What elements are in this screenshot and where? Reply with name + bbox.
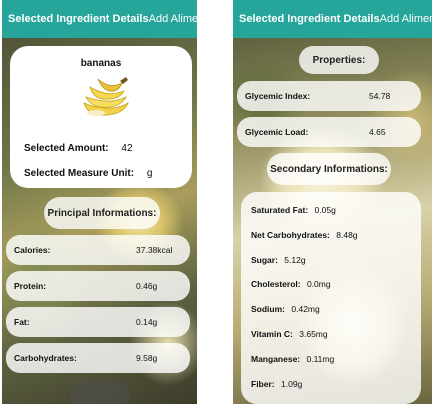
add-aliment-button[interactable]: Add Aliment [149,13,197,25]
ingredient-details-screen-properties: Selected Ingredient Details Add Aliment … [233,0,432,404]
banana-bunch-image [83,77,129,116]
ingredient-details-screen-principal: Selected Ingredient Details Add Aliment … [2,0,197,404]
principal-item-label: Fat: [14,317,30,327]
secondary-item-value: 5.12g [284,255,306,265]
selected-amount-row: Selected Amount: 42 [24,143,133,154]
principal-item: Carbohydrates: 9.58g [6,343,190,373]
principal-item-value: 9.58g [136,353,158,363]
selected-unit-label: Selected Measure Unit: [24,168,135,179]
secondary-item-label: Saturated Fat: [251,205,309,215]
property-item-value: 54.78 [369,91,391,101]
secondary-item-label: Cholesterol: [251,279,301,289]
secondary-item-label: Vitamin C: [251,329,293,339]
property-item-label: Glycemic Load: [245,127,309,137]
next-section-header-partial [70,381,130,404]
property-item: Glycemic Load: 4.65 [237,117,421,147]
selected-unit-row: Selected Measure Unit: g [24,168,152,179]
principal-item: Calories: 37.38kcal [6,235,190,265]
properties-header: Properties: [299,46,379,74]
secondary-item-label: Sodium: [251,304,285,314]
secondary-informations-panel: Saturated Fat: 0.05g Net Carbohydrates: … [241,192,421,404]
selected-amount-value: 42 [121,143,133,154]
property-item-value: 4.65 [369,127,386,137]
secondary-item-value: 0.42mg [291,304,320,314]
secondary-item: Net Carbohydrates: 8.48g [251,230,358,240]
secondary-item-value: 0.0mg [306,279,331,289]
principal-item: Protein: 0.46g [6,271,190,301]
secondary-item-value: 1.09g [281,379,303,389]
principal-item-label: Calories: [14,245,51,255]
principal-item: Fat: 0.14g [6,307,190,337]
property-item-label: Glycemic Index: [245,91,311,101]
principal-item-value: 37.38kcal [136,245,173,255]
secondary-item: Sugar: 5.12g [251,255,306,265]
secondary-item-value: 0.11mg [306,354,335,364]
principal-item-label: Carbohydrates: [14,353,77,363]
secondary-item-label: Net Carbohydrates: [251,230,330,240]
principal-item-label: Protein: [14,281,47,291]
secondary-item-value: 8.48g [336,230,358,240]
secondary-item: Cholesterol: 0.0mg [251,279,331,289]
secondary-informations-header: Secondary Informations: [267,153,391,185]
secondary-item: Manganese: 0.11mg [251,354,334,364]
app-bar: Selected Ingredient Details Add Aliment [2,0,197,38]
app-bar-title: Selected Ingredient Details [239,13,380,25]
secondary-item-label: Manganese: [251,354,301,364]
secondary-item: Saturated Fat: 0.05g [251,205,336,215]
app-bar: Selected Ingredient Details Add Aliment [233,0,432,38]
secondary-item: Fiber: 1.09g [251,379,302,389]
property-item: Glycemic Index: 54.78 [237,81,421,111]
secondary-item: Vitamin C: 3.65mg [251,329,328,339]
secondary-item-label: Sugar: [251,255,278,265]
principal-item-value: 0.46g [136,281,158,291]
selected-amount-label: Selected Amount: [24,143,109,154]
app-bar-title: Selected Ingredient Details [8,13,149,25]
secondary-item-value: 0.05g [314,205,336,215]
principal-item-value: 0.14g [136,317,158,327]
selected-unit-value: g [146,168,153,179]
secondary-item-value: 3.65mg [299,329,328,339]
secondary-item-label: Fiber: [251,379,275,389]
secondary-item: Sodium: 0.42mg [251,304,320,314]
food-name: bananas [80,58,122,69]
add-aliment-button[interactable]: Add Aliment [380,13,432,25]
principal-informations-header: Principal Informations: [44,197,160,229]
food-card: bananas Selected Amount: 42 Selected Mea… [10,46,192,188]
